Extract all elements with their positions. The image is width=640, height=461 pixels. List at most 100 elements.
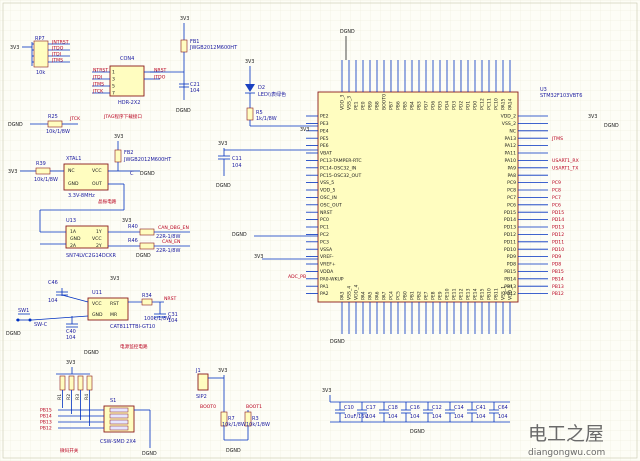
- mcu-bottom-pin-label: PA6: [375, 291, 381, 300]
- reset-caption: 电源监控电路: [120, 343, 148, 350]
- mcu-3v3-left: 3V3: [300, 127, 309, 133]
- mcu-right-net-label: PD14: [552, 217, 564, 223]
- mcu-right-net-label: JTMS: [551, 136, 563, 142]
- mcu-right-pin-label: PD13: [504, 225, 516, 231]
- fb1-3v3: 3V3: [180, 16, 189, 22]
- con4-left-pin-no: 1: [112, 70, 115, 76]
- decap-value: 104: [432, 414, 442, 420]
- mcu-bottom-pin-label: PE9: [438, 291, 444, 300]
- mcu-top-pin-label: PC10: [494, 98, 500, 110]
- mcu-bottom-pin-label: PB11: [494, 288, 500, 300]
- mcu-left-pin-label: VREF+: [320, 262, 336, 268]
- mcu-top-pin-label: PE1: [354, 101, 360, 110]
- sw1-label: SW-C: [34, 322, 48, 328]
- xtal-caption: 晶振电路: [98, 198, 117, 205]
- dip-3v3: 3V3: [66, 360, 75, 366]
- u13-pin-2a: 2A: [70, 243, 77, 249]
- r34-ref: R34: [142, 293, 152, 299]
- con4-ref: CON4: [120, 56, 134, 62]
- mcu-right-net-label: PD11: [552, 239, 564, 245]
- mcu-left-pin-label: NRST: [320, 210, 333, 216]
- r25-value: 10k/1/8W: [46, 129, 70, 135]
- r39-value: 10k/1/8W: [34, 177, 58, 183]
- mcu-top-pin-label: PD4: [445, 101, 451, 110]
- mcu-right-net-label: PC8: [552, 188, 561, 194]
- mcu-left-pin-label: VSSA: [320, 247, 333, 253]
- mcu-right-pin-label: PA8: [507, 173, 516, 179]
- mcu-top-pin-label: BOOT0: [382, 94, 388, 110]
- mcu-right-pin-label: PB15: [504, 269, 516, 275]
- fb2-dgnd: DGND: [140, 171, 155, 177]
- rp7-net-label: JTDO: [51, 45, 64, 51]
- xtal-pin-gnd: GND: [68, 181, 79, 187]
- mcu-right-net-label: PD13: [552, 225, 564, 231]
- mcu-left-pin-label: PC14-OSC32_IN: [320, 165, 356, 171]
- mcu-right-pin-label: PC7: [507, 195, 516, 201]
- mcu-right-net-label: PC6: [552, 202, 561, 208]
- c11-ref: C11: [232, 156, 242, 162]
- mcu-top-pin-label: PD3: [452, 101, 458, 110]
- mcu-body: [317, 91, 519, 303]
- con4-left-net: JTDI: [92, 74, 102, 80]
- mcu-right-pin-label: NC: [509, 128, 516, 134]
- mcu-right-net-label: USART1_RX: [552, 158, 579, 164]
- mcu-top-pin-label: PB9: [368, 101, 374, 110]
- mcu-top-pin-label: PD2: [459, 101, 465, 110]
- mcu-right-pin-label: PC6: [507, 202, 516, 208]
- dip-switch-toggle: [109, 425, 129, 431]
- c46-value: 104: [48, 298, 58, 304]
- r25-net: JTCK: [69, 116, 81, 122]
- decap-value: 104: [498, 414, 508, 420]
- xtal-freq: 3.3V-8MHz: [68, 193, 95, 199]
- mcu-dgnd-bottom: DGND: [330, 339, 345, 345]
- mcu-right-pin-label: PA12: [505, 143, 517, 149]
- d2-ref: D2: [258, 85, 265, 91]
- dip-resistor-ref: R3: [75, 394, 81, 400]
- mcu-bottom-pin-label: PE11: [452, 288, 458, 300]
- decap-ref: C12: [432, 405, 442, 411]
- rp7-3v3: 3V3: [10, 45, 19, 51]
- mcu-right-pin-label: PD10: [504, 247, 516, 253]
- mcu-bottom-pin-label: PE14: [473, 288, 479, 300]
- mcu-bottom-pin-label: PB10: [487, 288, 493, 300]
- mcu-left-pin-label: OSC_OUT: [320, 202, 342, 208]
- mcu-bottom-pin-label: PB0: [403, 291, 409, 300]
- mcu-right-pin-label: PC8: [507, 188, 516, 194]
- mcu-top-pin-label: PC12: [480, 98, 486, 110]
- mcu-right-net-label: PB13: [552, 284, 564, 290]
- mcu-left-pin-label: PE4: [320, 128, 329, 134]
- mcu-right-pin-label: PA10: [505, 158, 517, 164]
- decap-ref: C18: [388, 405, 398, 411]
- mcu-top-pin-label: VDD_3: [340, 94, 346, 110]
- can-net-0: CAN_DBG_EN: [158, 225, 189, 231]
- u11-pin-gnd: GND: [92, 312, 103, 318]
- reset-nrst-net: NRST: [164, 296, 177, 302]
- decap-3v3: 3V3: [322, 388, 331, 394]
- dip-resistor-body: [77, 375, 84, 391]
- c31-value: 104: [168, 318, 178, 324]
- r25-dgnd: DGND: [8, 122, 23, 128]
- mcu-right-pin-label: PA13: [505, 136, 517, 142]
- decap-ref: C10: [344, 405, 354, 411]
- s1-ref: S1: [110, 398, 116, 404]
- fb2-3v3: 3V3: [114, 134, 123, 140]
- xtal-pin-nc: NC: [68, 168, 75, 174]
- mcu-bottom-pin-label: PC4: [389, 291, 395, 300]
- u11-pin-mr: MR: [110, 312, 118, 318]
- mcu-top-dgnd: DGND: [340, 29, 355, 35]
- mcu-bottom-pin-label: PE7: [424, 291, 430, 300]
- mcu-right-net-label: PD9: [552, 254, 561, 260]
- mcu-top-pin-label: PB8: [375, 101, 381, 110]
- u13-dgnd: DGND: [136, 253, 151, 259]
- mcu-bottom-pin-label: VDD_4: [354, 284, 360, 300]
- mcu-left-pin-label: VDDA: [320, 269, 334, 275]
- u13-part: SN74LVC2G14DCKR: [66, 253, 116, 259]
- sw1-ref: SW1: [18, 308, 29, 314]
- mcu-3v3-right: 3V3: [588, 114, 597, 120]
- mcu-top-pin-label: PC11: [487, 98, 493, 110]
- mcu-right-pin-label: PD14: [504, 217, 516, 223]
- decap-value: 10uF/16V: [344, 414, 368, 420]
- dip-net-label: PB14: [40, 414, 52, 420]
- u13-pin-2y: 2Y: [96, 243, 102, 249]
- mcu-bottom-pin-label: VDD_1: [508, 284, 514, 300]
